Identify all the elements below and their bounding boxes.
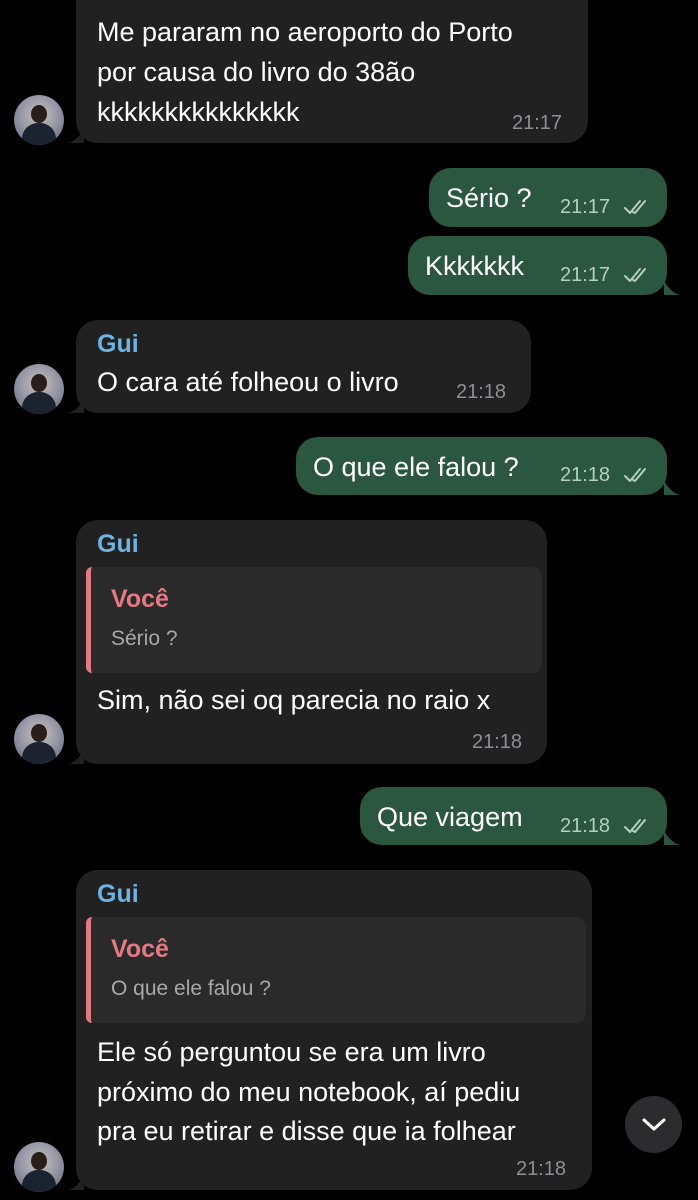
message-bubble-outgoing[interactable]: O que ele falou ? 21:18	[296, 437, 667, 495]
message-bubble-outgoing[interactable]: Kkkkkkk 21:17	[408, 236, 667, 295]
message-line: próximo do meu notebook, aí pediu	[97, 1077, 521, 1107]
message-line: Ele só perguntou se era um livro	[97, 1037, 486, 1067]
avatar[interactable]	[14, 95, 64, 145]
sender-name[interactable]: Gui	[97, 880, 139, 909]
message-time: 21:17	[512, 112, 563, 134]
message-time: 21:18	[472, 731, 523, 753]
message-text: Que viagem	[377, 802, 523, 832]
message-bubble-incoming[interactable]: Gui Você Sério ? Sim, não sei oq parecia…	[76, 520, 547, 764]
double-check-icon	[624, 468, 646, 482]
sender-name[interactable]: Gui	[97, 530, 139, 559]
reply-quote-text: O que ele falou ?	[111, 977, 271, 1000]
message-time: 21:18	[560, 464, 611, 486]
bubble-tail	[664, 281, 680, 295]
message-text: O que ele falou ?	[313, 452, 519, 482]
scroll-down-button[interactable]	[625, 1096, 682, 1153]
message-bubble-incoming[interactable]: Gui O cara até folheou o livro 21:18	[76, 320, 531, 413]
message-line: kkkkkkkkkkkkkkk	[97, 97, 300, 127]
double-check-icon	[624, 819, 646, 833]
reply-quote-name: Você	[111, 585, 169, 613]
sender-name[interactable]: Gui	[97, 330, 139, 359]
message-time: 21:18	[516, 1158, 567, 1180]
avatar[interactable]	[14, 364, 64, 414]
message-text: Sim, não sei oq parecia no raio x	[97, 685, 491, 715]
reply-quote-name: Você	[111, 935, 169, 963]
message-line: por causa do livro do 38ão	[97, 57, 416, 87]
message-time: 21:17	[560, 196, 611, 218]
message-line: Me pararam no aeroporto do Porto	[97, 17, 513, 47]
message-text: Sério ?	[446, 183, 532, 213]
message-bubble-outgoing[interactable]: Que viagem 21:18	[360, 787, 667, 845]
message-time: 21:17	[560, 264, 611, 286]
reply-quote[interactable]: Você O que ele falou ?	[86, 917, 586, 1023]
message-text: Kkkkkkk	[425, 251, 525, 281]
reply-quote-text: Sério ?	[111, 627, 178, 650]
bubble-tail	[68, 1176, 84, 1190]
double-check-icon	[624, 268, 646, 282]
message-bubble-incoming[interactable]: Gui Você O que ele falou ? Ele só pergun…	[76, 870, 592, 1190]
double-check-icon	[624, 200, 646, 214]
reply-quote[interactable]: Você Sério ?	[86, 567, 542, 673]
chevron-down-icon	[642, 1118, 665, 1130]
bubble-tail	[68, 750, 84, 764]
avatar[interactable]	[14, 714, 64, 764]
message-time: 21:18	[560, 815, 611, 837]
message-bubble-outgoing[interactable]: Sério ? 21:17	[429, 168, 667, 227]
message-line: pra eu retirar e disse que ia folhear	[97, 1116, 516, 1146]
chat-view[interactable]: Me pararam no aeroporto do Porto por cau…	[0, 0, 698, 1200]
avatar[interactable]	[14, 1142, 64, 1192]
bubble-tail	[664, 831, 680, 845]
message-time: 21:18	[456, 381, 507, 403]
message-text: O cara até folheou o livro	[97, 367, 399, 397]
bubble-tail	[68, 399, 84, 413]
bubble-tail	[68, 129, 84, 143]
bubble-tail	[664, 481, 680, 495]
message-bubble-incoming[interactable]: Me pararam no aeroporto do Porto por cau…	[76, 0, 588, 143]
